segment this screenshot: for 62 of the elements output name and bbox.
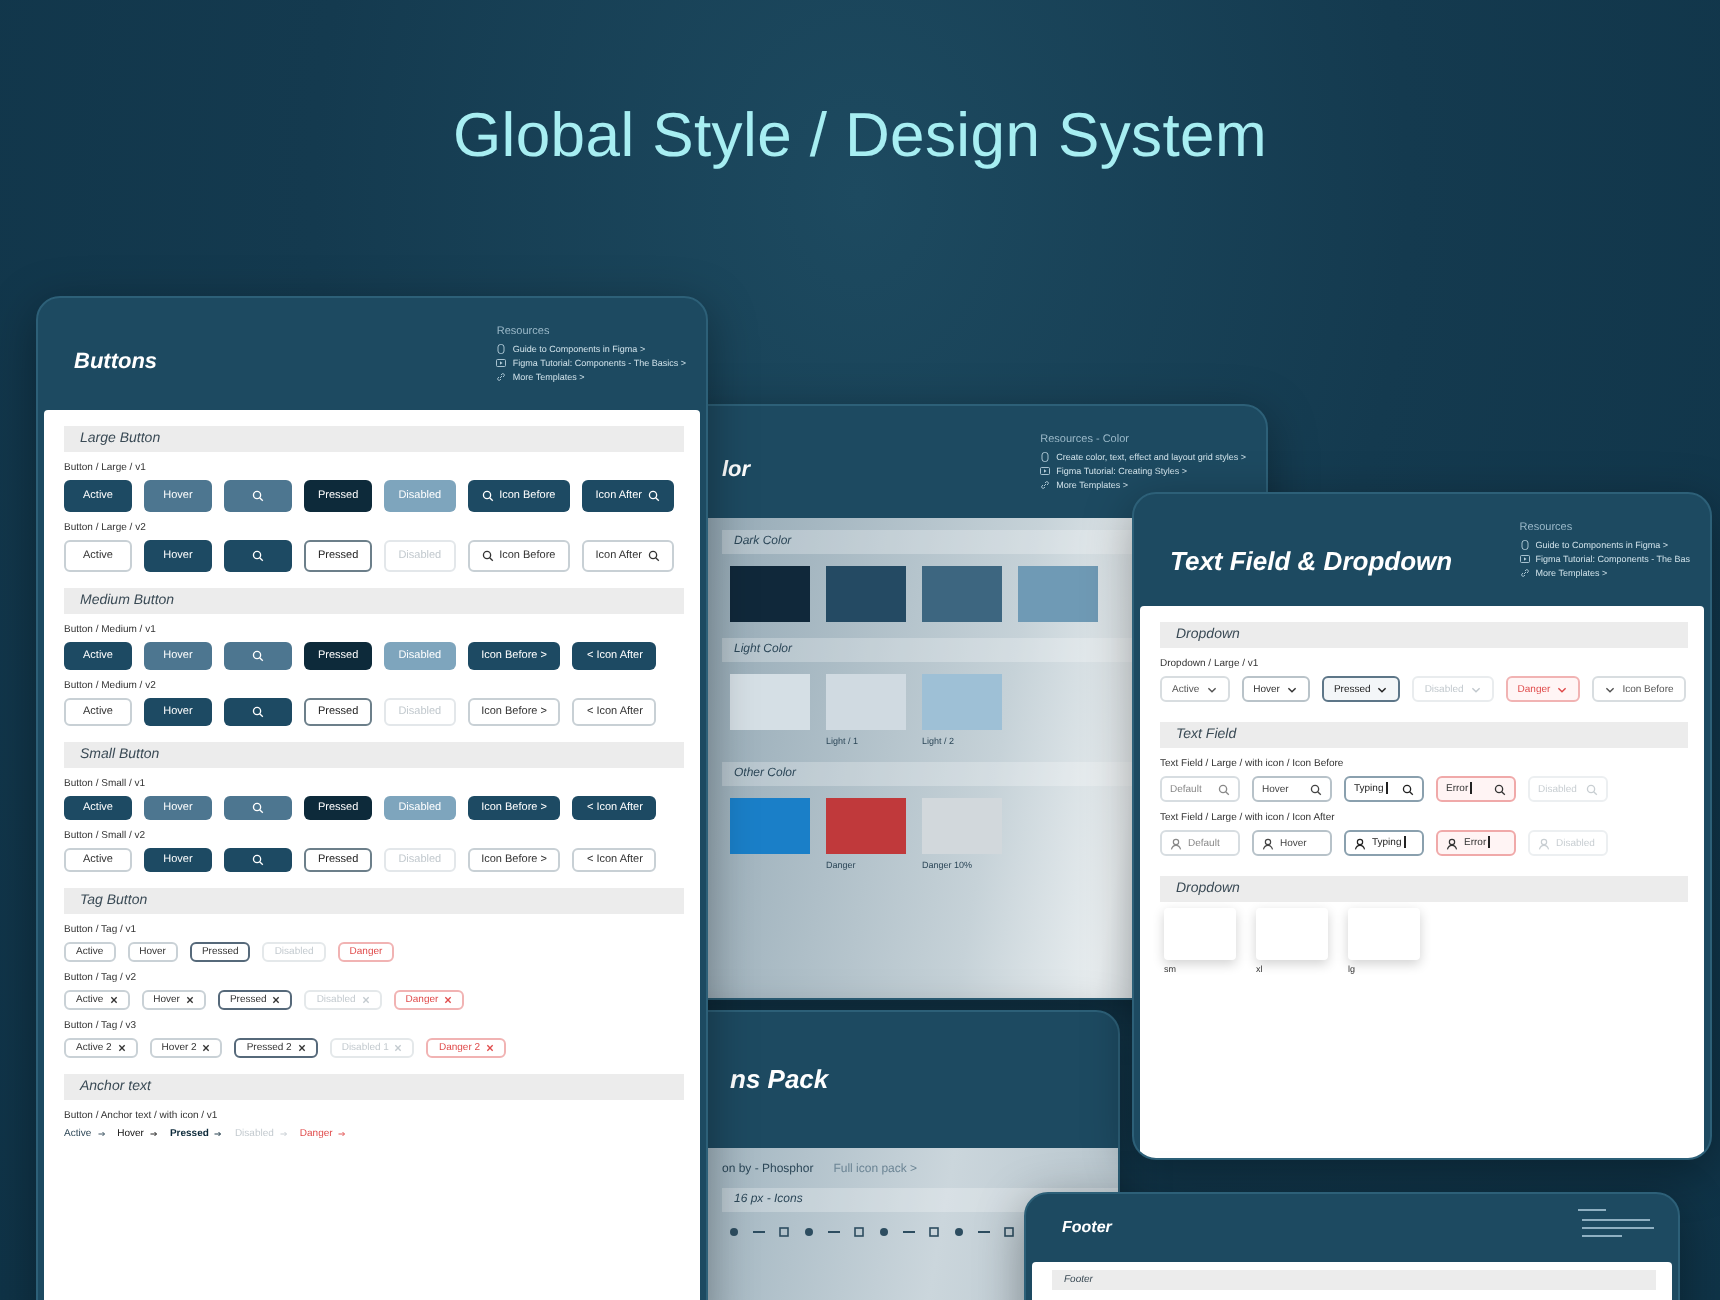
search-icon (1402, 783, 1414, 795)
arrow-icon (214, 1130, 223, 1138)
link-icon (1519, 568, 1530, 578)
arrow-icon (149, 1130, 158, 1138)
panel-title: Footer (1062, 1218, 1112, 1236)
user-icon (1354, 837, 1366, 849)
close-icon (185, 996, 194, 1004)
icon-button[interactable] (224, 848, 292, 872)
close-icon (109, 996, 118, 1004)
close-icon (202, 1044, 211, 1052)
panel-title: Text Field & Dropdown (1170, 546, 1453, 576)
arrow-icon (97, 1130, 106, 1138)
search-icon (252, 706, 264, 718)
chevron-down-icon (1604, 683, 1617, 695)
chevron-down-icon (1285, 683, 1298, 695)
video-icon (1040, 466, 1051, 476)
dropdown-menu-card (1164, 908, 1236, 960)
page-headline: Global Style / Design System (452, 100, 1268, 172)
search-icon (252, 490, 264, 502)
user-icon (1262, 837, 1274, 849)
close-icon (297, 1044, 306, 1052)
close-icon (272, 996, 281, 1004)
arrow-icon (338, 1130, 347, 1138)
icon-button[interactable] (224, 698, 292, 726)
link-icon (1040, 480, 1051, 490)
panel-title: ns Pack (730, 1064, 829, 1094)
video-icon (1519, 554, 1530, 564)
close-icon (117, 1044, 126, 1052)
chevron-down-icon (1205, 683, 1218, 695)
user-icon (1538, 837, 1550, 849)
resource-lines-drawing (1578, 1206, 1658, 1242)
search-icon (1310, 783, 1322, 795)
icon-button[interactable] (224, 796, 292, 820)
user-icon (1170, 837, 1182, 849)
close-icon (361, 996, 370, 1004)
search-icon (252, 854, 264, 866)
search-icon (647, 550, 660, 562)
panel-title: lor (722, 458, 751, 482)
close-icon (394, 1044, 403, 1052)
icon-button[interactable] (224, 480, 292, 512)
user-icon (1446, 837, 1458, 849)
search-icon (481, 550, 494, 562)
search-icon (252, 550, 264, 562)
search-icon (481, 490, 494, 502)
panel-title: Buttons (74, 350, 158, 374)
icon-button[interactable] (224, 540, 292, 572)
dropdown-menu-card (1348, 908, 1420, 960)
search-icon (252, 650, 264, 662)
video-icon (496, 358, 507, 368)
link-icon (496, 372, 507, 382)
chevron-down-icon (1556, 683, 1569, 695)
close-icon (486, 1044, 495, 1052)
search-icon (647, 490, 660, 502)
chevron-down-icon (1376, 683, 1389, 695)
search-icon (1218, 783, 1230, 795)
search-icon (252, 802, 264, 814)
dropdown-menu-card (1256, 908, 1328, 960)
search-icon (1494, 783, 1506, 795)
close-icon (444, 996, 453, 1004)
search-icon (1586, 783, 1598, 795)
icon-button[interactable] (224, 642, 292, 670)
chevron-down-icon (1469, 683, 1482, 695)
